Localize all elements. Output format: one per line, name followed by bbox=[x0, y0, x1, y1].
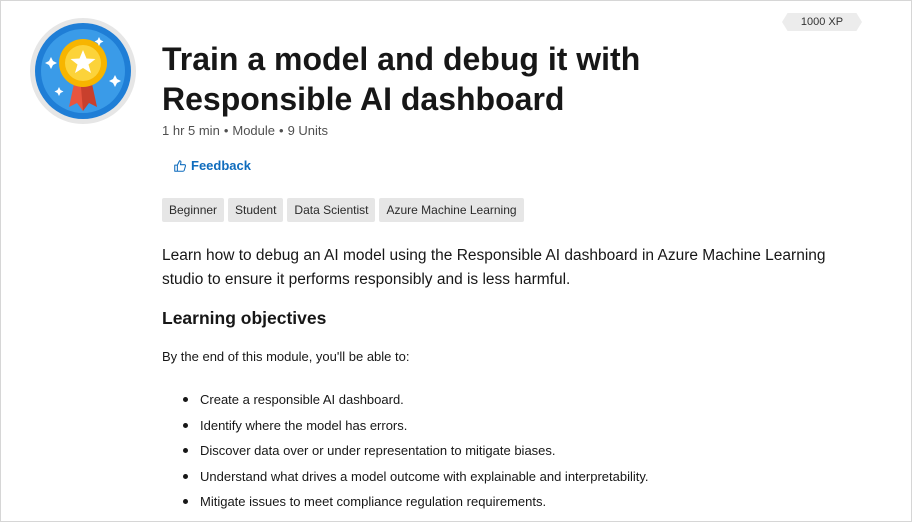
feedback-label: Feedback bbox=[191, 158, 251, 173]
feedback-button[interactable]: Feedback bbox=[173, 158, 251, 173]
xp-badge: 1000 XP bbox=[782, 13, 862, 31]
meta-separator: • bbox=[223, 123, 229, 138]
thumbs-up-icon bbox=[174, 159, 187, 172]
tag-data-scientist[interactable]: Data Scientist bbox=[287, 198, 376, 222]
objectives-heading: Learning objectives bbox=[162, 308, 327, 328]
duration: 1 hr 5 min bbox=[162, 123, 220, 138]
tag-beginner[interactable]: Beginner bbox=[162, 198, 225, 222]
objectives-list: Create a responsible AI dashboard. Ident… bbox=[162, 389, 649, 517]
tag-list: Beginner Student Data Scientist Azure Ma… bbox=[162, 198, 524, 222]
module-summary: Learn how to debug an AI model using the… bbox=[162, 247, 826, 288]
unit-count: 9 Units bbox=[287, 123, 329, 138]
module-meta: 1 hr 5 min • Module • 9 Units bbox=[162, 123, 328, 138]
page-title: Train a model and debug it with Responsi… bbox=[162, 41, 641, 117]
objectives-intro: By the end of this module, you'll be abl… bbox=[162, 349, 410, 364]
achievement-badge-icon bbox=[30, 18, 136, 124]
tag-student[interactable]: Student bbox=[228, 198, 284, 222]
list-item: Discover data over or under representati… bbox=[162, 440, 649, 466]
content-type: Module bbox=[232, 123, 276, 138]
list-item: Create a responsible AI dashboard. bbox=[162, 389, 649, 415]
list-item: Understand what drives a model outcome w… bbox=[162, 466, 649, 492]
meta-separator: • bbox=[279, 123, 284, 138]
list-item: Identify where the model has errors. bbox=[162, 415, 649, 441]
list-item: Mitigate issues to meet compliance regul… bbox=[162, 491, 649, 517]
tag-azure-machine-learning[interactable]: Azure Machine Learning bbox=[379, 198, 524, 222]
